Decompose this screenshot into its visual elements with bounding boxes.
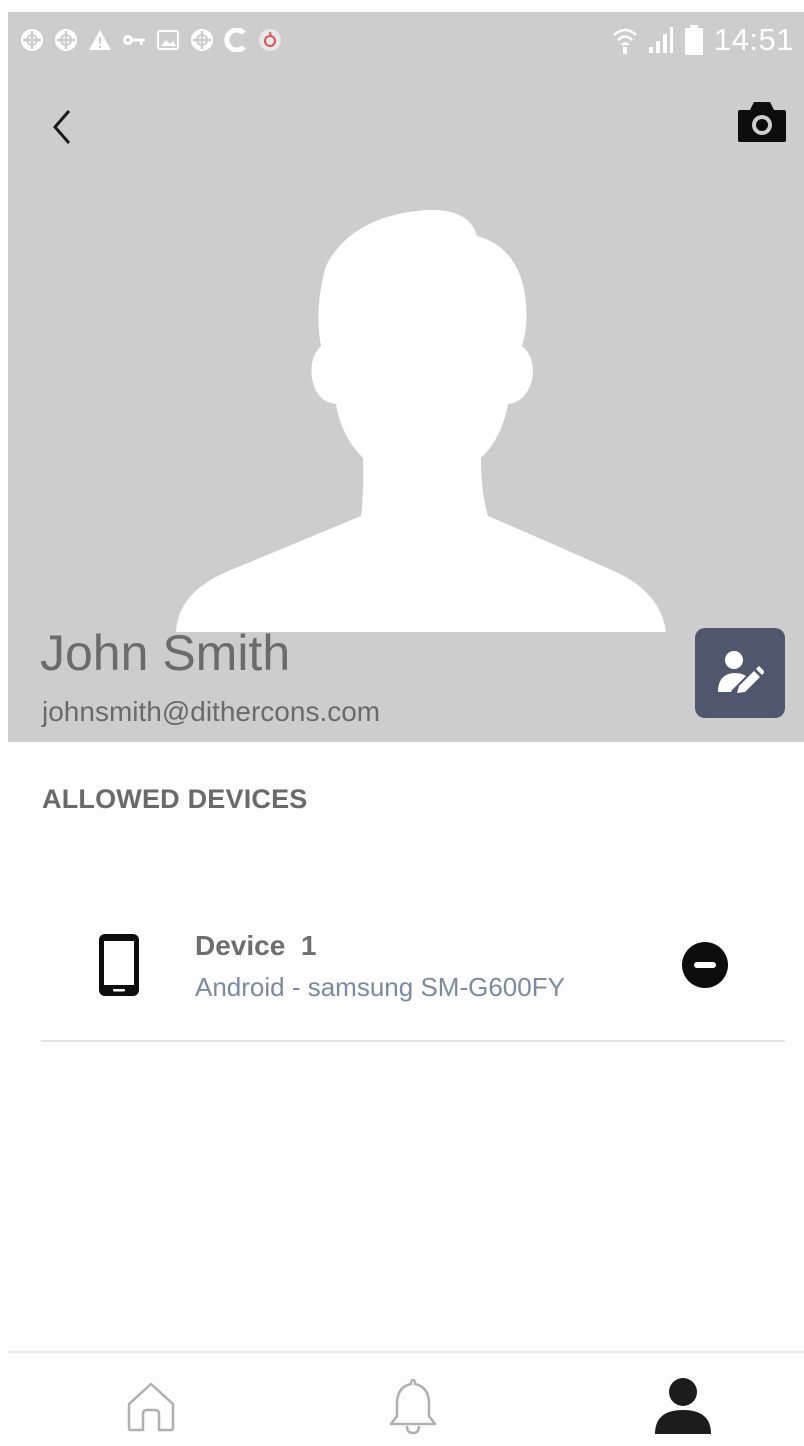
- wifi-icon: [613, 28, 637, 54]
- grid-circle-icon: [21, 29, 43, 51]
- camera-icon: [738, 102, 786, 142]
- allowed-devices-title: ALLOWED DEVICES: [42, 784, 308, 814]
- camera-button[interactable]: [736, 96, 788, 146]
- grid-circle-icon: [191, 29, 213, 51]
- signal-icon: [648, 27, 673, 53]
- nav-home[interactable]: [116, 1371, 186, 1441]
- profile-screen: 14:51 John Smith johnsmith@dithercons.co…: [8, 12, 804, 1446]
- smartphone-icon: [99, 934, 139, 996]
- status-time: 14:51: [713, 22, 794, 57]
- red-app-icon: [259, 29, 281, 51]
- device-list-item: Device 1 Android - samsung SM-G600FY: [41, 892, 785, 1042]
- user-email: johnsmith@dithercons.com: [42, 696, 381, 727]
- bell-icon: [389, 1378, 437, 1435]
- warning-icon: [89, 30, 111, 50]
- user-icon: [655, 1378, 711, 1434]
- avatar-placeholder: [176, 209, 666, 632]
- device-name: Device 1: [195, 930, 317, 961]
- bottom-navigation: [8, 1351, 804, 1446]
- device-detail: Android - samsung SM-G600FY: [195, 972, 565, 1002]
- edit-profile-button[interactable]: [695, 628, 785, 718]
- profile-header: 14:51 John Smith johnsmith@dithercons.co…: [8, 12, 804, 742]
- nav-notifications[interactable]: [378, 1371, 448, 1441]
- user-edit-icon: [718, 651, 764, 693]
- battery-icon: [684, 25, 703, 55]
- system-status: 14:51: [612, 20, 794, 60]
- c-app-icon: [224, 28, 246, 52]
- grid-circle-icon: [55, 29, 77, 51]
- key-icon: [123, 35, 145, 45]
- nav-profile[interactable]: [648, 1371, 718, 1441]
- home-icon: [127, 1382, 175, 1432]
- back-button[interactable]: [44, 104, 80, 150]
- image-icon: [157, 30, 179, 50]
- notification-icons: [20, 24, 282, 56]
- chevron-left-icon: [53, 110, 71, 144]
- user-name: John Smith: [40, 625, 291, 681]
- status-bar: 14:51: [8, 12, 804, 70]
- remove-device-button[interactable]: [682, 942, 728, 988]
